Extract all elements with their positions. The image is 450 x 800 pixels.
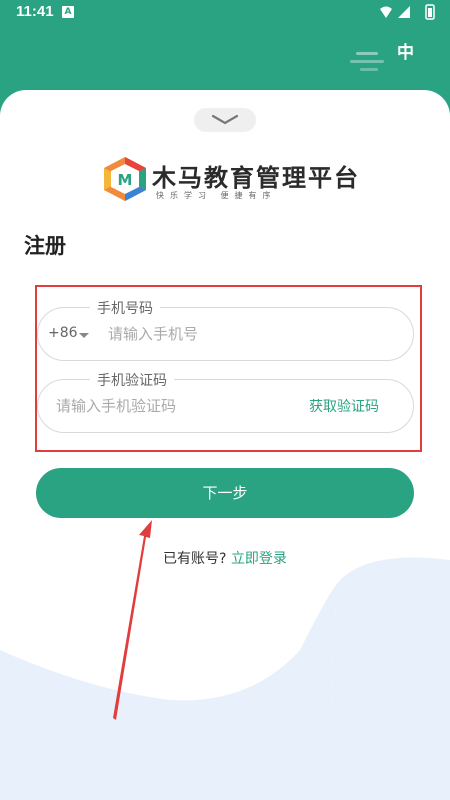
- language-toggle-button[interactable]: 中: [397, 38, 414, 63]
- login-prompt: 已有账号? 立即登录: [0, 548, 450, 568]
- decoration-lines: [350, 52, 384, 71]
- brand-slogan: 快乐学习 便捷有序: [156, 191, 277, 200]
- notification-icon: A: [62, 6, 74, 18]
- signal-icon: [398, 6, 410, 18]
- login-prompt-text: 已有账号?: [163, 551, 227, 567]
- page-title: 注册: [24, 234, 66, 258]
- status-bar: 11:41 A: [0, 0, 450, 24]
- wifi-icon: [380, 6, 392, 18]
- status-icons: [380, 4, 435, 20]
- status-time: 11:41: [16, 3, 54, 20]
- annotation-highlight-box: [35, 285, 422, 452]
- chevron-down-icon: [211, 114, 239, 125]
- brand-logo-icon: M: [104, 157, 146, 201]
- register-sheet: M 木马教育管理平台 快乐学习 便捷有序 注册 手机号码 +86 手机验证码 获…: [0, 90, 450, 800]
- next-step-button[interactable]: 下一步: [36, 468, 414, 518]
- login-link[interactable]: 立即登录: [231, 551, 287, 567]
- brand-logo-letter: M: [118, 171, 133, 189]
- brand-name: 木马教育管理平台: [152, 164, 360, 192]
- collapse-handle[interactable]: [194, 108, 256, 132]
